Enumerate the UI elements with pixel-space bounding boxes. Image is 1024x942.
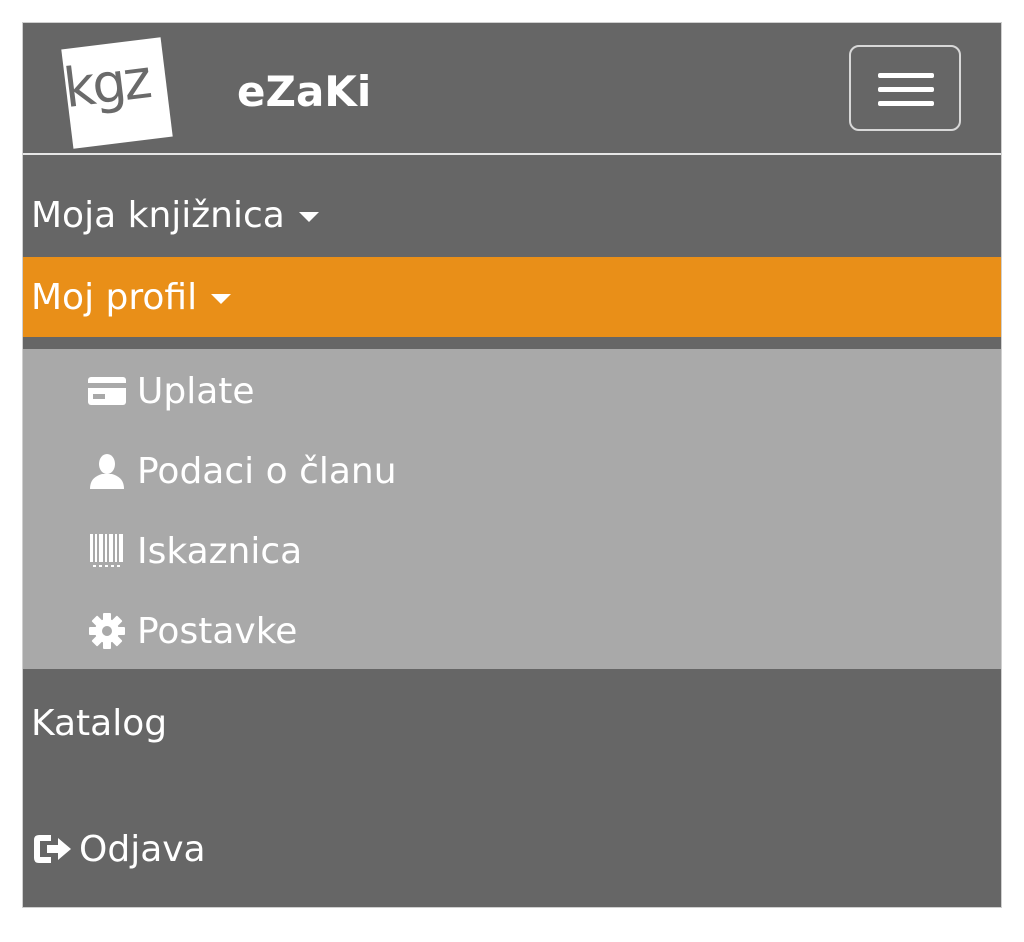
hamburger-icon-bar-top	[878, 73, 934, 78]
submenu-item-card[interactable]: Iskaznica	[23, 511, 1001, 591]
nav-item-logout[interactable]: Odjava	[23, 809, 1001, 889]
gear-icon	[87, 611, 127, 651]
submenu-item-settings-label: Postavke	[137, 610, 298, 652]
caret-down-icon	[211, 294, 232, 304]
menu-toggle-button[interactable]	[849, 45, 961, 131]
nav-item-catalog[interactable]: Katalog	[23, 683, 1001, 763]
barcode-icon	[87, 531, 127, 571]
user-icon	[87, 451, 127, 491]
logout-icon	[31, 829, 73, 869]
submenu-item-payments[interactable]: Uplate	[23, 351, 1001, 431]
nav-item-my-library-label: Moja knjižnica	[31, 194, 285, 236]
hamburger-icon-bar-bottom	[878, 101, 934, 106]
profile-submenu: Uplate Podaci o članu Iskaznica Postavke	[23, 349, 1001, 669]
caret-down-icon	[298, 212, 319, 222]
nav-item-my-library[interactable]: Moja knjižnica	[23, 175, 1001, 255]
submenu-item-card-label: Iskaznica	[137, 530, 303, 572]
nav-item-my-profile[interactable]: Moj profil	[23, 257, 1001, 337]
credit-card-icon	[87, 371, 127, 411]
logo-text: kgz	[61, 47, 153, 121]
submenu-item-settings[interactable]: Postavke	[23, 591, 1001, 671]
app-shell: kgz eZaKi Moja knjižnica Moj profil Upla…	[22, 22, 1002, 908]
brand-title[interactable]: eZaKi	[237, 67, 371, 116]
submenu-item-member-data-label: Podaci o članu	[137, 450, 397, 492]
kgz-logo[interactable]: kgz	[61, 37, 173, 149]
nav-item-my-profile-label: Moj profil	[31, 276, 198, 318]
nav-item-catalog-label: Katalog	[31, 702, 168, 744]
submenu-item-member-data[interactable]: Podaci o članu	[23, 431, 1001, 511]
navbar: kgz eZaKi	[23, 23, 1001, 155]
hamburger-icon-bar-middle	[878, 87, 934, 92]
submenu-item-payments-label: Uplate	[137, 370, 255, 412]
nav-item-logout-label: Odjava	[79, 828, 206, 870]
